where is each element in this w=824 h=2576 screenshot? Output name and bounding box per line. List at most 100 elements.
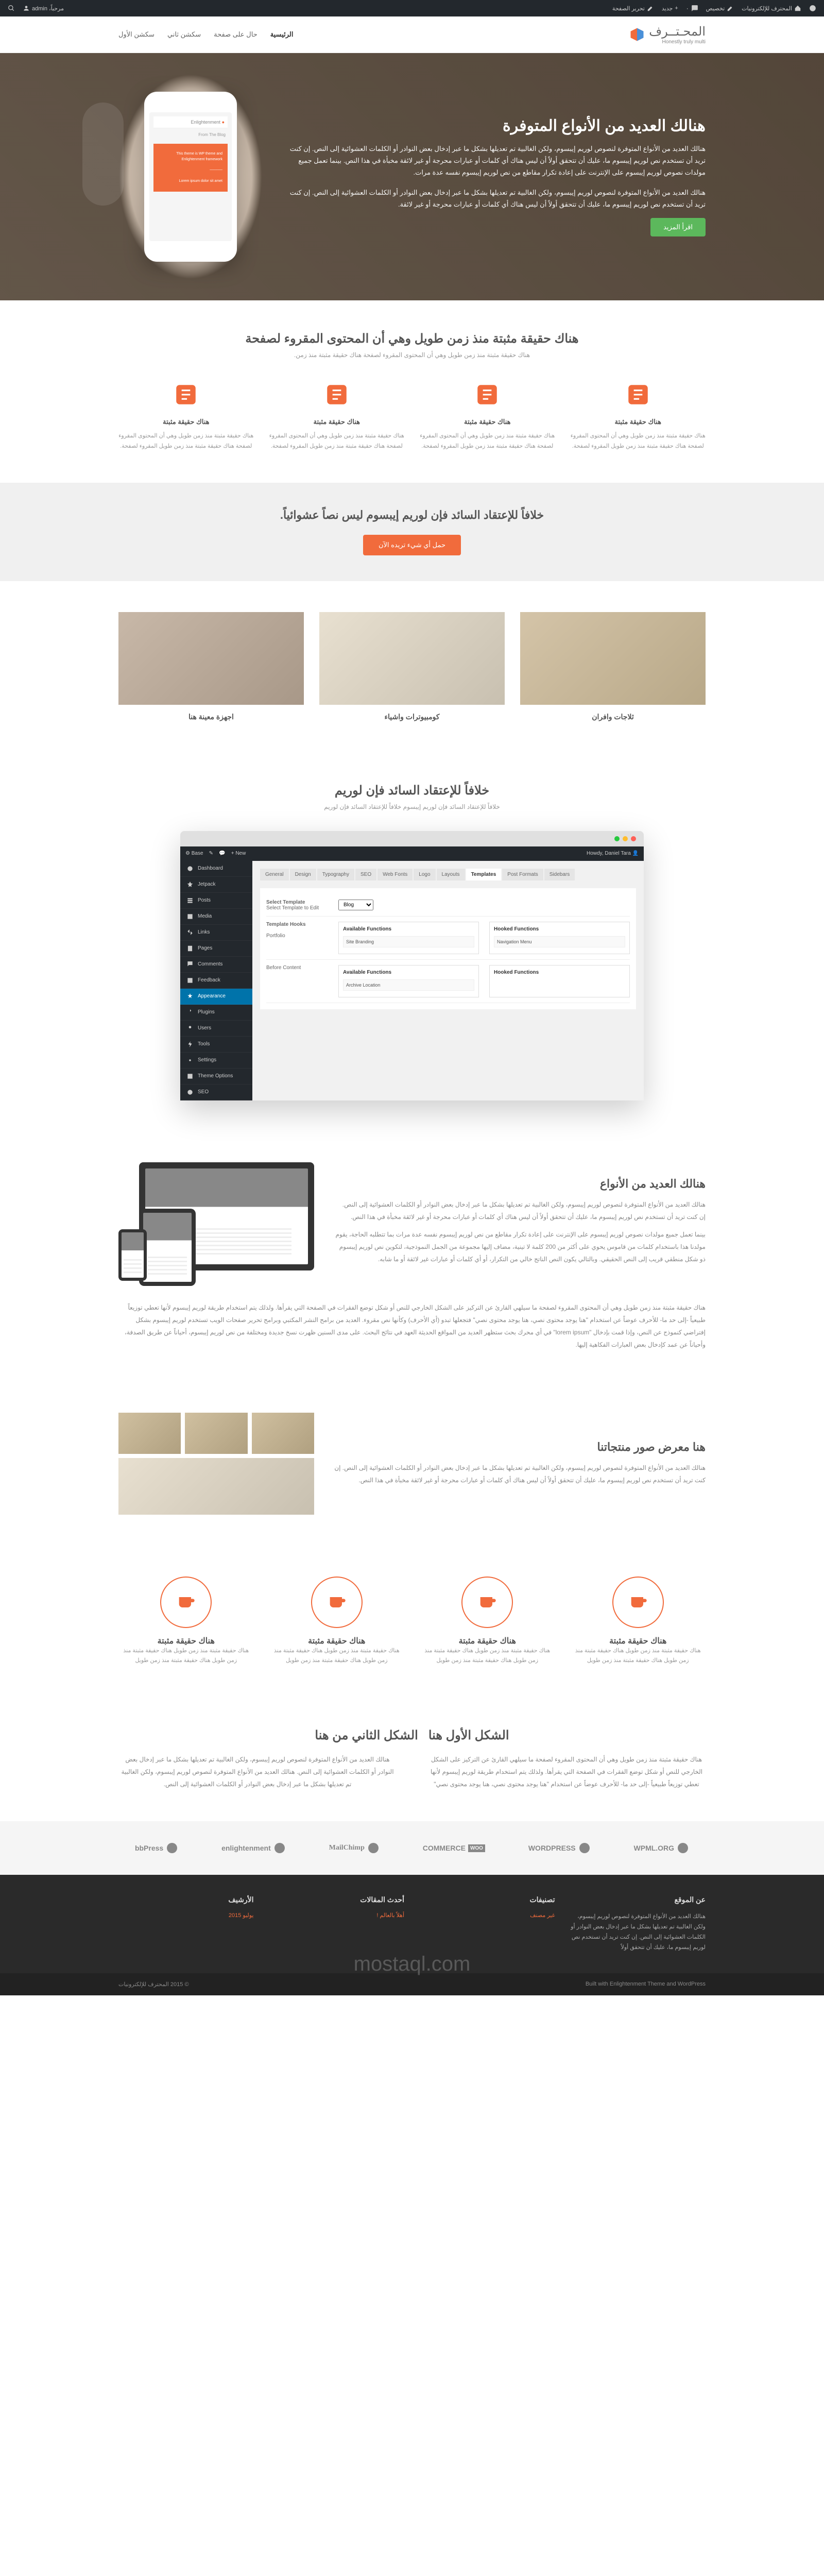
feature-item: هناك حقيقة مثبتة هناك حقيقة مثبتة منذ زم… [571,379,706,452]
full-paragraph: هناك حقيقة مثبتة منذ زمن طويل وهي أن الم… [118,1301,706,1351]
cup-icon [311,1577,363,1628]
category-item[interactable]: اجهزة معينة هنا [118,612,304,721]
wp-menu-item: Theme Options [180,1069,252,1084]
footer-link[interactable]: أهلاً بالعالم ! [269,1912,405,1919]
wp-tab: Typography [317,869,354,880]
nav-home[interactable]: الرئيسية [270,30,294,39]
hero-paragraph: هنالك العديد من الأنواع المتوفرة لنصوص ل… [288,143,706,179]
gallery-thumb[interactable] [252,1413,314,1454]
gallery-section: هنا معرض صور منتجاتنا هنالك العديد من ال… [0,1382,824,1546]
adminbar-user[interactable]: مرحباً، admin [23,5,64,12]
logo-icon [629,27,645,42]
circle-item: هناك حقيقة مثبتة هناك حقيقة مثبتة منذ زم… [420,1577,555,1667]
wp-menu-item: Comments [180,957,252,973]
circle-text: هناك حقيقة مثبتة منذ زمن طويل هناك حقيقة… [118,1646,254,1667]
section-title: خلافاً للإعتقاد السائد فإن لوريم [118,783,706,798]
wp-menu-item: Feedback [180,973,252,989]
feature-item: هناك حقيقة مثبتة هناك حقيقة مثبتة منذ زم… [420,379,555,452]
gallery-thumb[interactable] [118,1413,181,1454]
heading-part: الشكل الثاني من هنا [315,1728,418,1742]
wp-preview-section: خلافاً للإعتقاد السائد فإن لوريم خلافاً … [0,752,824,1131]
gallery-text: هنالك العديد من الأنواع المتوفرة لنصوص ل… [322,1462,706,1486]
wp-menu-item: Tools [180,1037,252,1053]
main-nav: الرئيسية حال على صفحة سكشن ثاني سكشن الأ… [118,30,293,39]
nav-item[interactable]: سكشن الأول [118,30,154,39]
circle-text: هناك حقيقة مثبتة منذ زمن طويل هناك حقيقة… [269,1646,405,1667]
wp-tab-active: Templates [466,869,502,880]
footer-link[interactable]: غير مصنف [420,1912,555,1919]
footer-heading: تصنيفات [420,1895,555,1904]
partner-logo: bbPress [135,1842,178,1854]
cup-icon [612,1577,664,1628]
footer-heading: الأرشيف [118,1895,254,1904]
hero-paragraph: هنالك العديد من الأنواع المتوفرة لنصوص ل… [288,187,706,211]
wp-admin-screenshot: ⚙ Base ✎ 💬 + New Howdy, Daniel Tara 👤 Da… [180,831,644,1100]
wp-tab: SEO [355,869,376,880]
adminbar-customize[interactable]: تخصيص [706,5,734,12]
section-title: هنالك العديد من الأنواع [335,1177,706,1191]
section-subtitle: هناك حقيقة مثبتة منذ زمن طويل وهي أن الم… [118,351,706,359]
features-section: هناك حقيقة مثبتة منذ زمن طويل وهي أن الم… [0,300,824,483]
variety-section: هنالك العديد من الأنواع هنالك العديد من … [0,1131,824,1382]
download-button[interactable]: حمل أي شيء تريده الآن [363,535,461,555]
gallery-thumb[interactable] [185,1413,247,1454]
feature-icon [472,379,503,410]
partner-logo: WORDPRESS [528,1842,591,1854]
wp-tabs: General Design Typography SEO Web Fonts … [260,869,636,880]
wp-template-select: Blog [338,900,373,910]
wp-tab: General [260,869,289,880]
categories-section: ثلاجات وافران كومبيوترات واشياء اجهزة مع… [0,581,824,752]
logo-text: المحـتــرف [649,24,706,39]
feature-text: هناك حقيقة مثبتة منذ زمن طويل وهي أن الم… [118,431,254,452]
wp-tab: Logo [414,869,435,880]
feature-icon [623,379,654,410]
partner-logo: enlightenment [221,1842,286,1854]
site-header: المحـتــرف Honestly truly multi الرئيسية… [0,16,824,53]
footer-text: هنالك العديد من الأنواع المتوفرة لنصوص ل… [571,1912,706,1953]
wp-sidebar: Dashboard Jetpack Posts Media Links Page… [180,861,252,1100]
gallery-thumb-main[interactable] [118,1458,314,1515]
footer-heading: أحدث المقالات [269,1895,405,1904]
wp-menu-item: Media [180,909,252,925]
wp-tab: Layouts [437,869,465,880]
adminbar-edit[interactable]: تحرير الصفحة [612,5,654,12]
adminbar-comments[interactable]: ٠ [686,5,698,12]
adminbar-site[interactable]: المحترف للإلكترونيات [742,5,801,12]
paragraph: هناك حقيقة مثبتة منذ زمن طويل وهي أن الم… [427,1753,706,1790]
wp-menu-item: Users [180,1021,252,1037]
wp-menu-item: Links [180,925,252,941]
category-item[interactable]: كومبيوترات واشياء [319,612,505,721]
circle-title: هناك حقيقة مثبتة [420,1636,555,1646]
feature-title: هناك حقيقة مثبتة [118,418,254,426]
circles-section: هناك حقيقة مثبتة هناك حقيقة مثبتة منذ زم… [0,1546,824,1698]
adminbar-new[interactable]: + جديد [662,5,678,12]
category-image [520,612,706,705]
phone-app-title: ● Enlightenment [153,116,228,128]
footer-link[interactable]: يوليو 2015 [118,1912,254,1919]
cta-title: خلافاً للإعتقاد السائد فإن لوريم إيبسوم … [118,509,706,522]
hero-title: هنالك العديد من الأنواع المتوفرة [288,117,706,135]
read-more-button[interactable]: اقرأ المزيد [650,218,706,236]
section-subtitle: خلافاً للإعتقاد السائد فإن لوريم إيبسوم … [118,803,706,810]
nav-item[interactable]: حال على صفحة [214,30,258,39]
wp-tab: Sidebars [544,869,575,880]
site-logo[interactable]: المحـتــرف Honestly truly multi [629,24,706,45]
paragraph: بينما تعمل جميع مولدات نصوص لوريم إيبسوم… [335,1228,706,1265]
heading-part: الشكل الأول هنا [428,1728,509,1742]
feature-icon [321,379,352,410]
category-item[interactable]: ثلاجات وافران [520,612,706,721]
wp-admin-bar: المحترف للإلكترونيات تخصيص ٠ + جديد تحري… [0,0,824,16]
nav-item[interactable]: سكشن ثاني [167,30,201,39]
hero-section: هنالك العديد من الأنواع المتوفرة هنالك ا… [0,53,824,300]
logos-section: WPML.ORG WORDPRESS WOO WOO COMMERCECOMME… [0,1821,824,1875]
adminbar-wp-icon[interactable] [809,5,816,12]
wp-tab: Design [290,869,316,880]
feature-text: هناك حقيقة مثبتة منذ زمن طويل وهي أن الم… [420,431,555,452]
adminbar-search-icon[interactable] [8,5,15,12]
wp-menu-item-active: Appearance [180,989,252,1005]
gallery-title: هنا معرض صور منتجاتنا [322,1440,706,1454]
circle-text: هناك حقيقة مثبتة منذ زمن طويل هناك حقيقة… [571,1646,706,1667]
feature-text: هناك حقيقة مثبتة منذ زمن طويل وهي أن الم… [269,431,405,452]
circle-title: هناك حقيقة مثبتة [118,1636,254,1646]
feature-icon [170,379,201,410]
